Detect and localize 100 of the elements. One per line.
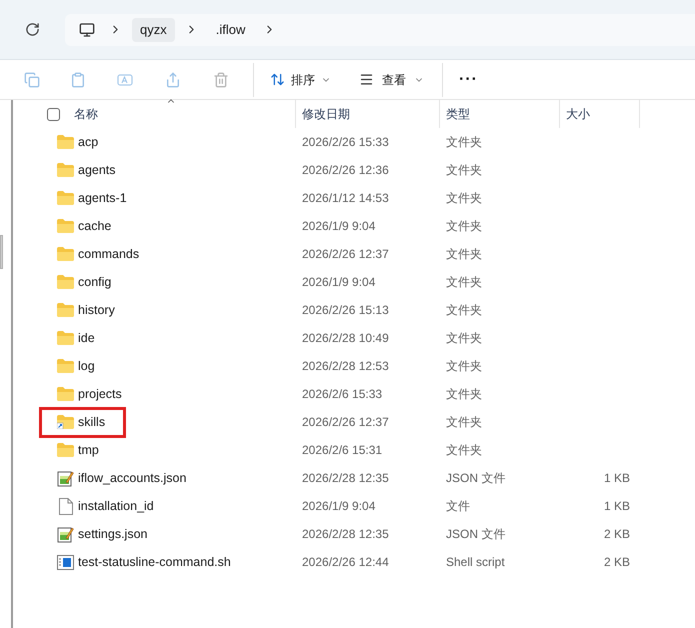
modified-date: 2026/2/26 12:37 <box>302 415 389 429</box>
blank-file-icon <box>58 498 72 514</box>
breadcrumb-item[interactable]: .iflow <box>208 18 254 42</box>
file-size: 1 KB <box>604 471 630 485</box>
modified-date: 2026/2/26 15:33 <box>302 135 389 149</box>
file-row[interactable]: projects 2026/2/6 15:33 文件夹 <box>22 380 695 408</box>
modified-date: 2026/2/26 12:37 <box>302 247 389 261</box>
file-row[interactable]: settings.json 2026/2/28 12:35 JSON 文件 2 KB <box>22 520 695 548</box>
notepad-icon <box>57 526 74 542</box>
modified-date: 2026/2/6 15:33 <box>302 387 382 401</box>
folder-icon <box>57 191 74 205</box>
file-name: installation_id <box>78 498 154 515</box>
file-row[interactable]: config 2026/1/9 9:04 文件夹 <box>22 268 695 296</box>
file-name: history <box>78 302 115 319</box>
modified-date: 2026/1/12 14:53 <box>302 191 389 205</box>
file-row[interactable]: acp 2026/2/26 15:33 文件夹 <box>22 128 695 156</box>
file-row[interactable]: commands 2026/2/26 12:37 文件夹 <box>22 240 695 268</box>
folder-icon <box>57 135 74 149</box>
file-row[interactable]: cache 2026/1/9 9:04 文件夹 <box>22 212 695 240</box>
modified-date: 2026/1/9 9:04 <box>302 275 376 289</box>
file-type: 文件夹 <box>446 135 482 149</box>
folder-shortcut-icon <box>57 415 74 429</box>
folder-icon <box>57 303 74 317</box>
folder-icon <box>57 387 74 401</box>
file-row[interactable]: test-statusline-command.sh 2026/2/26 12:44 Shell script 2 KB <box>22 548 695 576</box>
column-title: 修改日期 <box>302 106 350 123</box>
column-title: 名称 <box>74 106 98 123</box>
computer-icon[interactable] <box>79 22 95 38</box>
file-type: JSON 文件 <box>446 527 506 541</box>
file-row[interactable]: installation_id 2026/1/9 9:04 文件 1 KB <box>22 492 695 520</box>
file-type: JSON 文件 <box>446 471 506 485</box>
file-type: 文件夹 <box>446 331 482 345</box>
file-row[interactable]: history 2026/2/26 15:13 文件夹 <box>22 296 695 324</box>
modified-date: 2026/1/9 9:04 <box>302 219 376 233</box>
modified-date: 2026/2/6 15:31 <box>302 443 382 457</box>
view-button[interactable]: 查看 <box>359 70 424 88</box>
notepad-icon <box>57 470 74 486</box>
file-type: 文件夹 <box>446 247 482 261</box>
modified-date: 2026/1/9 9:04 <box>302 499 376 513</box>
file-type: 文件夹 <box>446 303 482 317</box>
column-header[interactable]: 类型 <box>440 100 560 128</box>
file-name: agents <box>78 162 116 179</box>
file-name: settings.json <box>78 526 148 543</box>
file-size: 1 KB <box>604 499 630 513</box>
modified-date: 2026/2/26 15:13 <box>302 303 389 317</box>
file-type: 文件夹 <box>446 191 482 205</box>
file-type: 文件夹 <box>446 219 482 233</box>
more-button[interactable]: ··· <box>459 68 478 92</box>
folder-icon <box>57 219 74 233</box>
modified-date: 2026/2/26 12:36 <box>302 163 389 177</box>
file-size: 2 KB <box>604 527 630 541</box>
modified-date: 2026/2/26 12:44 <box>302 555 389 569</box>
file-row[interactable]: ide 2026/2/28 10:49 文件夹 <box>22 324 695 352</box>
sort-button[interactable]: 排序 <box>270 70 331 88</box>
file-row[interactable]: agents-1 2026/1/12 14:53 文件夹 <box>22 184 695 212</box>
file-row[interactable]: log 2026/2/28 12:53 文件夹 <box>22 352 695 380</box>
sort-arrows-icon[interactable] <box>270 72 285 87</box>
file-row[interactable]: tmp 2026/2/6 15:31 文件夹 <box>22 436 695 464</box>
file-row[interactable]: skills 2026/2/26 12:37 文件夹 <box>22 408 695 436</box>
modified-date: 2026/2/28 12:35 <box>302 527 389 541</box>
folder-icon <box>57 443 74 457</box>
file-name: projects <box>78 386 122 403</box>
file-name: test-statusline-command.sh <box>78 554 231 571</box>
file-type: Shell script <box>446 555 505 569</box>
file-name: iflow_accounts.json <box>78 470 186 487</box>
list-lines-icon[interactable] <box>359 72 374 87</box>
file-name: cache <box>78 218 112 235</box>
file-type: 文件夹 <box>446 415 482 429</box>
column-header[interactable]: 大小 <box>560 100 640 128</box>
file-name: log <box>78 358 95 375</box>
folder-icon <box>57 359 74 373</box>
file-name: ide <box>78 330 95 347</box>
file-name: agents-1 <box>78 190 127 207</box>
folder-icon <box>57 163 74 177</box>
file-type: 文件夹 <box>446 359 482 373</box>
modified-date: 2026/2/28 12:35 <box>302 471 389 485</box>
column-header[interactable]: 名称 <box>22 100 296 128</box>
file-type: 文件夹 <box>446 387 482 401</box>
script-window-icon <box>57 554 74 570</box>
file-type: 文件 <box>446 499 470 513</box>
file-row[interactable]: iflow_accounts.json 2026/2/28 12:35 JSON 文件 1 KB <box>22 464 695 492</box>
column-title: 大小 <box>566 106 590 123</box>
refresh-icon[interactable] <box>25 22 40 37</box>
address-bar[interactable]: qyzx .iflow <box>65 14 695 46</box>
file-name: commands <box>78 246 140 263</box>
file-size: 2 KB <box>604 555 630 569</box>
file-name: tmp <box>78 442 99 459</box>
file-name: acp <box>78 134 98 151</box>
column-header[interactable]: 修改日期 <box>296 100 440 128</box>
breadcrumb-item[interactable]: qyzx <box>132 18 175 42</box>
file-name: config <box>78 274 112 291</box>
file-row[interactable]: agents 2026/2/26 12:36 文件夹 <box>22 156 695 184</box>
modified-date: 2026/2/28 10:49 <box>302 331 389 345</box>
folder-icon <box>57 247 74 261</box>
file-name: skills <box>78 414 106 431</box>
select-all-checkbox[interactable] <box>47 108 60 120</box>
file-type: 文件夹 <box>446 443 482 457</box>
folder-icon <box>57 275 74 289</box>
scrollbar-thumb[interactable] <box>0 235 3 269</box>
file-type: 文件夹 <box>446 275 482 289</box>
